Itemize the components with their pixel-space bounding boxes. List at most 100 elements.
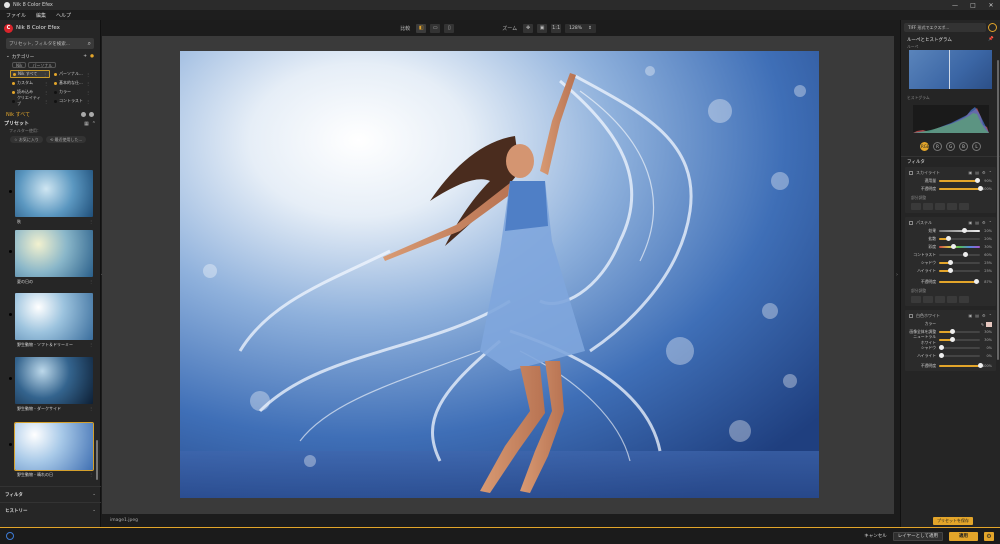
lasso-icon[interactable] <box>935 296 945 303</box>
copy-icon[interactable]: ▤ <box>975 313 979 318</box>
gear-icon[interactable]: ⚙ <box>982 313 986 318</box>
brush-icon[interactable] <box>923 203 933 210</box>
chip-nik[interactable]: Nik <box>12 62 27 68</box>
nik-all-row[interactable]: Nik すべて <box>0 110 100 119</box>
channel-l-button[interactable]: L <box>972 142 981 151</box>
category-basic[interactable]: 基本的な仕... ⋮ <box>52 79 92 87</box>
category-custom[interactable]: カスタム ⋮ <box>10 79 50 87</box>
lasso-icon[interactable] <box>935 203 945 210</box>
right-scrollbar[interactable] <box>997 60 999 360</box>
export-ring-icon[interactable] <box>988 23 997 32</box>
settings-icon[interactable] <box>81 112 86 117</box>
favorites-button[interactable]: ☆ お気に入り <box>10 136 43 143</box>
channel-rgb-button[interactable]: RGB <box>920 142 930 151</box>
more-icon[interactable]: ⋮ <box>89 404 93 413</box>
slider-contrast[interactable]: コントラスト 60% <box>905 251 996 259</box>
filters-section[interactable]: フィルタ ⌄ <box>0 486 101 502</box>
zoom-select[interactable]: 128% ⇕ <box>565 23 596 33</box>
image-canvas[interactable] <box>102 36 894 514</box>
brush-icon[interactable] <box>923 296 933 303</box>
filter-enable-checkbox[interactable] <box>909 170 913 175</box>
chip-personal[interactable]: パーソナル <box>28 62 57 68</box>
fit-icon[interactable]: ▣ <box>537 23 548 33</box>
more-icon[interactable]: ⋮ <box>43 72 47 77</box>
channel-r-button[interactable]: R <box>933 142 942 151</box>
preset-thumb-dark-side[interactable]: 野生動物 - ダークサイド ⋮ <box>9 357 93 413</box>
radial-icon[interactable] <box>959 296 969 303</box>
collapse-right-icon[interactable]: › <box>896 272 898 278</box>
hand-icon[interactable]: ✥ <box>523 23 534 33</box>
category-personal[interactable]: パーソナル... ⋮ <box>52 70 92 78</box>
save-preset-button[interactable]: プリセットを保存 <box>933 517 973 525</box>
preset-thumb-sunny-day[interactable]: 野生動物 - 晴れの日 ⋮ <box>9 422 94 479</box>
gear-icon[interactable]: ⚙ <box>982 170 986 175</box>
copy-icon[interactable]: ▤ <box>975 170 979 175</box>
loupe-view[interactable] <box>909 50 992 89</box>
minimize-button[interactable]: — <box>946 2 964 9</box>
menu-file[interactable]: ファイル <box>6 12 26 19</box>
category-color-icon[interactable]: ● <box>90 54 94 59</box>
maximize-button[interactable]: □ <box>964 2 982 9</box>
preset-thumb-summer[interactable]: 夏の日の ⋮ <box>9 230 93 286</box>
compare-stack-icon[interactable]: ▯ <box>444 23 455 33</box>
more-icon[interactable]: ⋮ <box>89 340 93 349</box>
gradient-icon[interactable] <box>947 296 957 303</box>
slider-effect[interactable]: 効果 20% <box>905 227 996 235</box>
mask-icon[interactable]: ▣ <box>968 313 972 318</box>
mask-icon[interactable]: ▣ <box>968 220 972 225</box>
slider-amount[interactable]: 適用量 90% <box>905 177 996 185</box>
slider-opacity[interactable]: 不透明度 100% <box>905 362 996 370</box>
history-section[interactable]: ヒストリー ⌄ <box>0 502 101 518</box>
gear-icon[interactable]: ⚙ <box>982 220 986 225</box>
more-icon[interactable]: ⋮ <box>89 277 93 286</box>
slider-shadows[interactable]: シャドウ 0% <box>905 344 996 352</box>
color-swatch[interactable] <box>986 321 992 327</box>
slider-shadows[interactable]: シャドウ 25% <box>905 259 996 267</box>
grid-view-icon[interactable]: ▦ <box>84 121 89 127</box>
category-contrast[interactable]: コントラスト ⋮ <box>52 97 92 105</box>
add-icon[interactable] <box>89 112 94 117</box>
menu-help[interactable]: ヘルプ <box>56 12 71 19</box>
recent-button[interactable]: ⟲ 最近使用した... <box>45 136 87 143</box>
chevron-down-icon[interactable]: ⌄ <box>6 54 10 59</box>
close-button[interactable]: ✕ <box>982 2 1000 9</box>
filter-enable-checkbox[interactable] <box>909 313 913 318</box>
control-point-icon[interactable] <box>911 203 921 210</box>
zoom-1to1-button[interactable]: 1:1 <box>551 23 562 33</box>
slider-diffusion[interactable]: 拡散 20% <box>905 235 996 243</box>
slider-opacity[interactable]: 不透明度 87% <box>905 278 996 286</box>
slider-saturation[interactable]: 彩度 30% <box>905 243 996 251</box>
pin-icon[interactable]: 📌 <box>988 37 994 42</box>
copy-icon[interactable]: ▤ <box>975 220 979 225</box>
export-format-select[interactable]: TIFF 形式でエクスポ... <box>904 23 986 32</box>
preset-thumb-autumn[interactable]: 秋 ⋮ <box>9 170 93 226</box>
add-category-icon[interactable]: + <box>83 54 87 59</box>
preset-thumb-soft-dreamy[interactable]: 野生動物 - ソフト＆ドリーミー ⋮ <box>9 293 93 349</box>
more-icon[interactable]: ⋮ <box>86 72 90 77</box>
apply-settings-icon[interactable]: ⚙ <box>984 531 994 541</box>
compare-side-icon[interactable]: ▭ <box>430 23 441 33</box>
apply-as-layer-button[interactable]: レイヤーとして適用 <box>892 531 943 541</box>
chevron-up-icon[interactable]: ⌃ <box>92 121 96 127</box>
search-input[interactable]: プリセット, フィルタを検索... ⌕ <box>6 38 94 49</box>
more-icon[interactable]: ⋮ <box>86 99 90 104</box>
cancel-button[interactable]: キャンセル <box>864 533 887 539</box>
more-icon[interactable]: ⋮ <box>44 99 48 104</box>
more-icon[interactable]: ⋮ <box>89 217 93 226</box>
more-icon[interactable]: ⋮ <box>44 81 48 86</box>
radial-icon[interactable] <box>959 203 969 210</box>
category-creative[interactable]: クリエイティブ ⋮ <box>10 95 50 106</box>
compare-split-icon[interactable]: ◧ <box>416 23 427 33</box>
chevron-down-icon[interactable]: ⌄ <box>92 492 96 497</box>
chevron-up-icon[interactable]: ⌃ <box>989 220 992 225</box>
eyedropper-icon[interactable]: ✎ <box>981 322 984 327</box>
more-icon[interactable]: ⋮ <box>89 470 93 479</box>
mask-icon[interactable]: ▣ <box>968 170 972 175</box>
menu-edit[interactable]: 編集 <box>36 12 46 19</box>
help-icon[interactable] <box>6 532 14 540</box>
slider-highlights[interactable]: ハイライト 25% <box>905 267 996 275</box>
more-icon[interactable]: ⋮ <box>86 81 90 86</box>
channel-g-button[interactable]: G <box>946 142 955 151</box>
apply-button[interactable]: 適用 <box>949 531 978 541</box>
more-icon[interactable]: ⋮ <box>86 90 90 95</box>
